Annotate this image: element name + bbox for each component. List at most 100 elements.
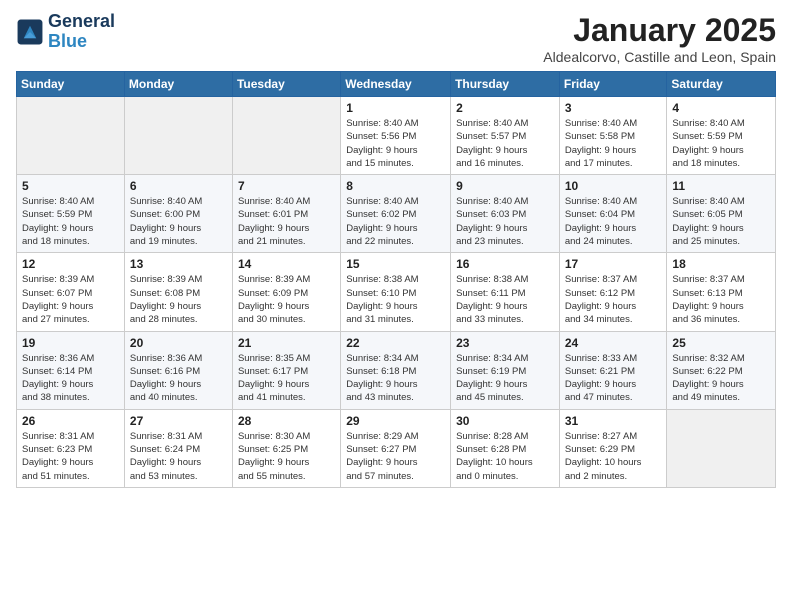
calendar-week-row: 1Sunrise: 8:40 AM Sunset: 5:56 PM Daylig… (17, 97, 776, 175)
calendar-cell: 22 Sunrise: 8:34 AM Sunset: 6:18 PM Dayli… (341, 331, 451, 409)
calendar-cell: 27Sunrise: 8:31 AM Sunset: 6:24 PM Dayli… (124, 409, 232, 487)
logo-line2: Blue (48, 32, 115, 52)
calendar-header-thursday: Thursday (451, 72, 560, 97)
calendar-cell (124, 97, 232, 175)
calendar-cell: 1Sunrise: 8:40 AM Sunset: 5:56 PM Daylig… (341, 97, 451, 175)
day-info: Sunrise: 8:37 AM Sunset: 6:13 PM Dayligh… (672, 273, 770, 326)
calendar-cell (17, 97, 125, 175)
day-info: Sunrise: 8:31 AM Sunset: 6:24 PM Dayligh… (130, 430, 227, 483)
day-info: Sunrise: 8:40 AM Sunset: 5:58 PM Dayligh… (565, 117, 662, 170)
calendar-header-saturday: Saturday (667, 72, 776, 97)
day-info: Sunrise: 8:27 AM Sunset: 6:29 PM Dayligh… (565, 430, 662, 483)
day-info: Sunrise: 8:36 AM Sunset: 6:14 PM Dayligh… (22, 352, 119, 405)
calendar-week-row: 19 Sunrise: 8:36 AM Sunset: 6:14 PM Dayli… (17, 331, 776, 409)
day-number: 19 (22, 336, 119, 350)
day-number: 12 (22, 257, 119, 271)
calendar-table: SundayMondayTuesdayWednesdayThursdayFrid… (16, 71, 776, 488)
day-info: Sunrise: 8:40 AM Sunset: 5:59 PM Dayligh… (672, 117, 770, 170)
day-info: Sunrise: 8:34 AM Sunset: 6:19 PM Dayligh… (456, 352, 554, 405)
day-number: 11 (672, 179, 770, 193)
calendar-cell: 7 Sunrise: 8:40 AM Sunset: 6:01 PM Daylig… (232, 175, 340, 253)
calendar-cell: 18Sunrise: 8:37 AM Sunset: 6:13 PM Dayli… (667, 253, 776, 331)
logo-icon (16, 18, 44, 46)
location-subtitle: Aldealcorvo, Castille and Leon, Spain (543, 49, 776, 65)
calendar-cell: 19 Sunrise: 8:36 AM Sunset: 6:14 PM Dayli… (17, 331, 125, 409)
day-info: Sunrise: 8:39 AM Sunset: 6:08 PM Dayligh… (130, 273, 227, 326)
day-number: 8 (346, 179, 445, 193)
calendar-cell: 26Sunrise: 8:31 AM Sunset: 6:23 PM Dayli… (17, 409, 125, 487)
day-number: 21 (238, 336, 335, 350)
calendar-cell: 13Sunrise: 8:39 AM Sunset: 6:08 PM Dayli… (124, 253, 232, 331)
day-number: 17 (565, 257, 662, 271)
day-number: 24 (565, 336, 662, 350)
day-number: 28 (238, 414, 335, 428)
day-number: 9 (456, 179, 554, 193)
calendar-cell: 29 Sunrise: 8:29 AM Sunset: 6:27 PM Dayli… (341, 409, 451, 487)
day-number: 5 (22, 179, 119, 193)
day-info: Sunrise: 8:31 AM Sunset: 6:23 PM Dayligh… (22, 430, 119, 483)
day-info: Sunrise: 8:33 AM Sunset: 6:21 PM Dayligh… (565, 352, 662, 405)
calendar-cell: 11 Sunrise: 8:40 AM Sunset: 6:05 PM Dayli… (667, 175, 776, 253)
day-number: 25 (672, 336, 770, 350)
page: General Blue January 2025 Aldealcorvo, C… (0, 0, 792, 612)
calendar-cell: 4 Sunrise: 8:40 AM Sunset: 5:59 PM Daylig… (667, 97, 776, 175)
calendar-cell: 14Sunrise: 8:39 AM Sunset: 6:09 PM Dayli… (232, 253, 340, 331)
day-number: 16 (456, 257, 554, 271)
calendar-cell: 15Sunrise: 8:38 AM Sunset: 6:10 PM Dayli… (341, 253, 451, 331)
day-info: Sunrise: 8:40 AM Sunset: 6:00 PM Dayligh… (130, 195, 227, 248)
day-info: Sunrise: 8:37 AM Sunset: 6:12 PM Dayligh… (565, 273, 662, 326)
day-number: 4 (672, 101, 770, 115)
header: General Blue January 2025 Aldealcorvo, C… (16, 12, 776, 65)
calendar-header-tuesday: Tuesday (232, 72, 340, 97)
calendar-cell: 23 Sunrise: 8:34 AM Sunset: 6:19 PM Dayli… (451, 331, 560, 409)
day-number: 23 (456, 336, 554, 350)
day-number: 31 (565, 414, 662, 428)
day-number: 2 (456, 101, 554, 115)
calendar-cell: 6 Sunrise: 8:40 AM Sunset: 6:00 PM Daylig… (124, 175, 232, 253)
day-number: 3 (565, 101, 662, 115)
day-info: Sunrise: 8:28 AM Sunset: 6:28 PM Dayligh… (456, 430, 554, 483)
day-info: Sunrise: 8:40 AM Sunset: 6:02 PM Dayligh… (346, 195, 445, 248)
logo: General Blue (16, 12, 115, 52)
calendar-cell: 2 Sunrise: 8:40 AM Sunset: 5:57 PM Daylig… (451, 97, 560, 175)
calendar-week-row: 12Sunrise: 8:39 AM Sunset: 6:07 PM Dayli… (17, 253, 776, 331)
day-info: Sunrise: 8:40 AM Sunset: 6:05 PM Dayligh… (672, 195, 770, 248)
calendar-week-row: 5 Sunrise: 8:40 AM Sunset: 5:59 PM Daylig… (17, 175, 776, 253)
day-number: 15 (346, 257, 445, 271)
day-info: Sunrise: 8:40 AM Sunset: 6:04 PM Dayligh… (565, 195, 662, 248)
day-number: 6 (130, 179, 227, 193)
calendar-cell: 3 Sunrise: 8:40 AM Sunset: 5:58 PM Daylig… (559, 97, 667, 175)
calendar-cell: 9Sunrise: 8:40 AM Sunset: 6:03 PM Daylig… (451, 175, 560, 253)
calendar-cell (232, 97, 340, 175)
calendar-cell: 24 Sunrise: 8:33 AM Sunset: 6:21 PM Dayli… (559, 331, 667, 409)
day-number: 7 (238, 179, 335, 193)
day-info: Sunrise: 8:29 AM Sunset: 6:27 PM Dayligh… (346, 430, 445, 483)
day-info: Sunrise: 8:40 AM Sunset: 6:01 PM Dayligh… (238, 195, 335, 248)
calendar-header-wednesday: Wednesday (341, 72, 451, 97)
calendar-header-friday: Friday (559, 72, 667, 97)
calendar-cell: 25Sunrise: 8:32 AM Sunset: 6:22 PM Dayli… (667, 331, 776, 409)
calendar-cell: 5 Sunrise: 8:40 AM Sunset: 5:59 PM Daylig… (17, 175, 125, 253)
calendar-cell: 21Sunrise: 8:35 AM Sunset: 6:17 PM Dayli… (232, 331, 340, 409)
calendar-cell: 8 Sunrise: 8:40 AM Sunset: 6:02 PM Daylig… (341, 175, 451, 253)
day-number: 14 (238, 257, 335, 271)
day-info: Sunrise: 8:38 AM Sunset: 6:11 PM Dayligh… (456, 273, 554, 326)
title-block: January 2025 Aldealcorvo, Castille and L… (543, 12, 776, 65)
calendar-cell: 30 Sunrise: 8:28 AM Sunset: 6:28 PM Dayli… (451, 409, 560, 487)
day-number: 22 (346, 336, 445, 350)
logo-line1: General (48, 12, 115, 32)
day-info: Sunrise: 8:34 AM Sunset: 6:18 PM Dayligh… (346, 352, 445, 405)
calendar-cell: 28 Sunrise: 8:30 AM Sunset: 6:25 PM Dayli… (232, 409, 340, 487)
day-info: Sunrise: 8:40 AM Sunset: 5:59 PM Dayligh… (22, 195, 119, 248)
day-number: 30 (456, 414, 554, 428)
calendar-cell: 16 Sunrise: 8:38 AM Sunset: 6:11 PM Dayli… (451, 253, 560, 331)
calendar-cell (667, 409, 776, 487)
day-info: Sunrise: 8:36 AM Sunset: 6:16 PM Dayligh… (130, 352, 227, 405)
calendar-cell: 20Sunrise: 8:36 AM Sunset: 6:16 PM Dayli… (124, 331, 232, 409)
day-info: Sunrise: 8:30 AM Sunset: 6:25 PM Dayligh… (238, 430, 335, 483)
calendar-week-row: 26Sunrise: 8:31 AM Sunset: 6:23 PM Dayli… (17, 409, 776, 487)
day-info: Sunrise: 8:40 AM Sunset: 5:57 PM Dayligh… (456, 117, 554, 170)
month-title: January 2025 (543, 12, 776, 49)
calendar-cell: 17 Sunrise: 8:37 AM Sunset: 6:12 PM Dayli… (559, 253, 667, 331)
day-number: 29 (346, 414, 445, 428)
